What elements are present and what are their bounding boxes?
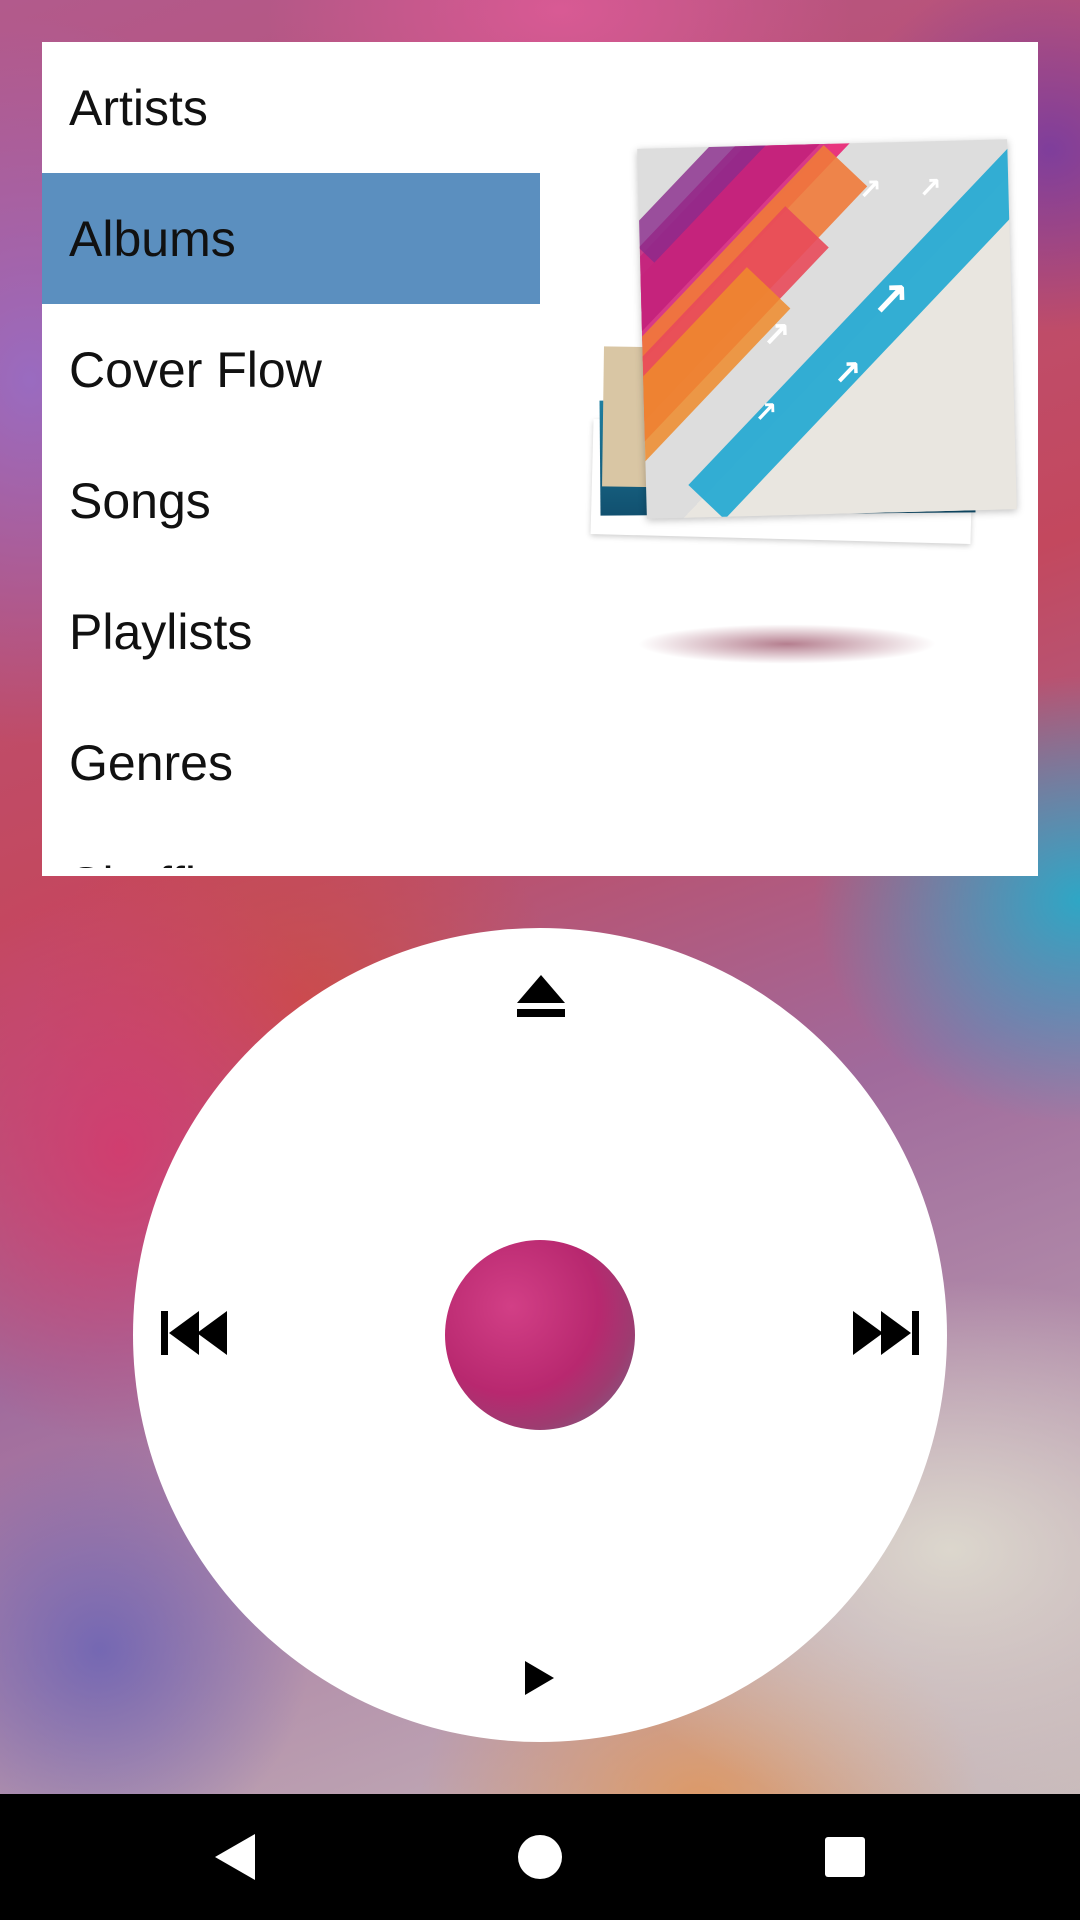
eject-icon[interactable] <box>515 973 567 1019</box>
menu-item-playlists[interactable]: Playlists <box>42 566 540 697</box>
album-art-stack: ↗ ↗ ↗ ↗ ↗ ↗ <box>587 94 1037 694</box>
previous-track-icon[interactable] <box>159 1308 229 1358</box>
menu-item-genres[interactable]: Genres <box>42 697 540 828</box>
arrow-decoration-icon: ↗ <box>832 354 863 393</box>
album-art-front-cover: ↗ ↗ ↗ ↗ ↗ ↗ <box>637 139 1017 519</box>
home-circle-icon[interactable] <box>480 1794 600 1920</box>
click-wheel[interactable] <box>133 928 947 1742</box>
menu-list[interactable]: Artists Albums Cover Flow Songs Playlist… <box>42 42 540 868</box>
recents-square-icon[interactable] <box>785 1794 905 1920</box>
menu-item-albums[interactable]: Albums <box>42 173 540 304</box>
menu-item-label: Songs <box>69 472 211 529</box>
menu-item-cover-flow[interactable]: Cover Flow <box>42 304 540 435</box>
menu-item-label: Cover Flow <box>69 341 322 398</box>
back-triangle-icon[interactable] <box>175 1794 295 1920</box>
menu-item-label: Artists <box>69 79 208 136</box>
arrow-decoration-icon: ↗ <box>761 315 792 355</box>
arrow-decoration-icon: ↗ <box>753 396 779 428</box>
arrow-decoration-icon: ↗ <box>870 272 911 326</box>
system-nav-bar <box>0 1794 1080 1920</box>
menu-panel: Artists Albums Cover Flow Songs Playlist… <box>42 42 1038 876</box>
select-button[interactable] <box>445 1240 635 1430</box>
menu-item-label: Genres <box>69 734 233 791</box>
album-art-shadow <box>637 624 937 664</box>
menu-item-label: Albums <box>69 210 236 267</box>
menu-item-songs[interactable]: Songs <box>42 435 540 566</box>
menu-item-shuffle[interactable]: Shuffle <box>42 828 540 868</box>
menu-item-label: Playlists <box>69 603 253 660</box>
next-track-icon[interactable] <box>851 1308 921 1358</box>
play-icon[interactable] <box>521 1658 557 1698</box>
arrow-decoration-icon: ↗ <box>857 173 883 206</box>
arrow-decoration-icon: ↗ <box>917 171 943 204</box>
menu-item-artists[interactable]: Artists <box>42 42 540 173</box>
menu-item-label: Shuffle <box>69 856 224 868</box>
